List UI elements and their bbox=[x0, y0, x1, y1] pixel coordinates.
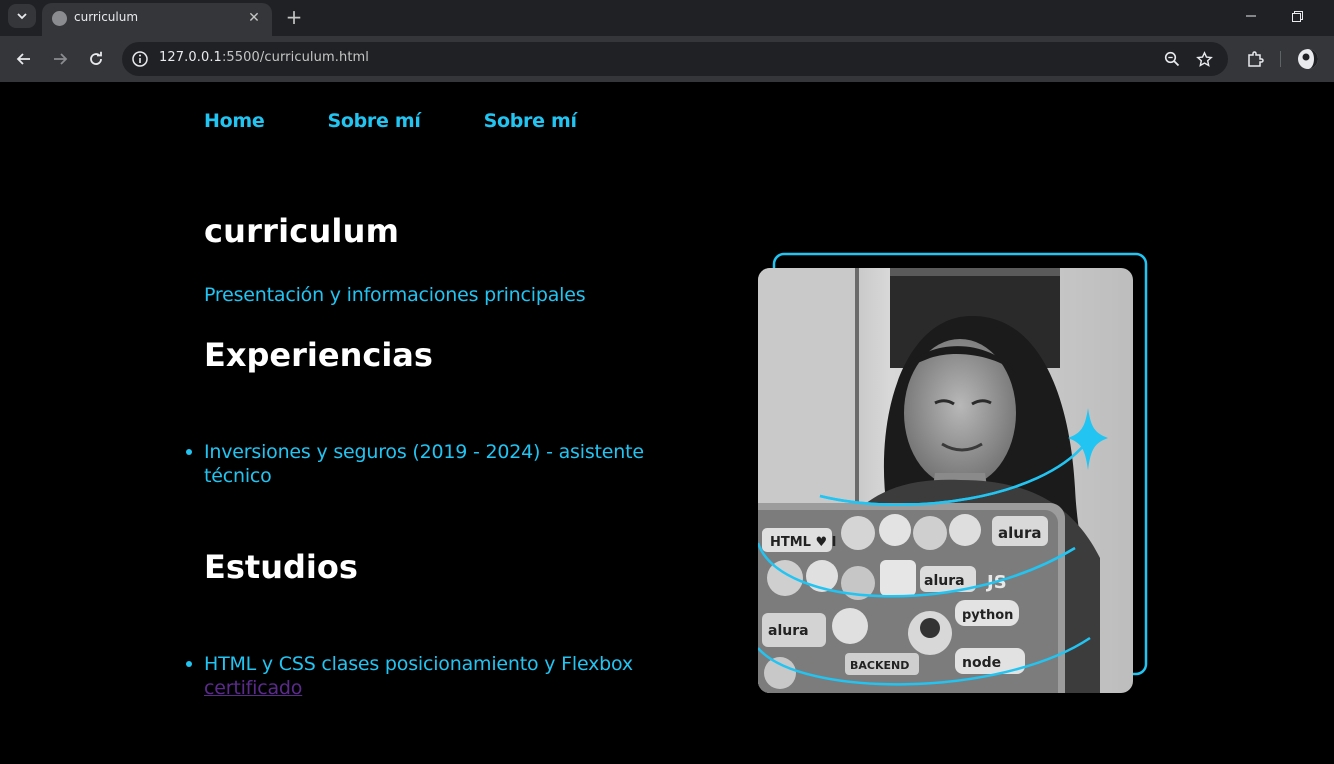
experiences-heading: Experiencias bbox=[204, 336, 433, 374]
sticker-alura-3: alura bbox=[768, 623, 809, 639]
toolbar-divider bbox=[1280, 51, 1281, 67]
study-text: HTML y CSS clases posicionamiento y Flex… bbox=[204, 653, 633, 675]
nav-about-link-2[interactable]: Sobre mí bbox=[484, 110, 577, 132]
url-text: 127.0.0.1:5500/curriculum.html bbox=[159, 50, 369, 65]
nav-home-link[interactable]: Home bbox=[204, 110, 265, 132]
main-nav: Home Sobre mí Sobre mí bbox=[204, 110, 640, 132]
back-icon[interactable] bbox=[10, 45, 38, 73]
list-item: Inversiones y seguros (2019 - 2024) - as… bbox=[186, 440, 664, 488]
nav-about-link[interactable]: Sobre mí bbox=[327, 110, 420, 132]
sticker-python: python bbox=[962, 608, 1013, 623]
sticker-html: HTML ♥ I bbox=[770, 535, 837, 550]
minimize-icon[interactable] bbox=[1228, 0, 1274, 32]
star-icon[interactable] bbox=[1194, 49, 1214, 69]
zoom-icon[interactable] bbox=[1162, 49, 1182, 69]
tab-strip: curriculum ✕ + bbox=[0, 0, 1334, 36]
studies-list: HTML y CSS clases posicionamiento y Flex… bbox=[186, 652, 664, 700]
profile-icon[interactable] bbox=[1296, 47, 1320, 71]
list-item: HTML y CSS clases posicionamiento y Flex… bbox=[186, 652, 664, 700]
experiences-list: Inversiones y seguros (2019 - 2024) - as… bbox=[186, 440, 664, 488]
url-path: :5500/curriculum.html bbox=[221, 50, 369, 65]
close-icon[interactable]: ✕ bbox=[244, 8, 264, 28]
tab-search-button[interactable] bbox=[8, 4, 36, 28]
page-title: curriculum bbox=[204, 212, 400, 250]
url-host: 127.0.0.1 bbox=[159, 50, 222, 65]
tab-curriculum[interactable]: curriculum ✕ bbox=[42, 3, 272, 36]
restore-icon[interactable] bbox=[1274, 0, 1320, 32]
page-subtitle: Presentación y informaciones principales bbox=[204, 284, 586, 306]
address-bar[interactable]: 127.0.0.1:5500/curriculum.html bbox=[122, 42, 1228, 76]
sticker-backend: BACKEND bbox=[850, 659, 909, 672]
forward-icon[interactable] bbox=[46, 45, 74, 73]
profile-photo: HTML ♥ I alura JS alura python alura BAC… bbox=[758, 252, 1148, 693]
certificate-link[interactable]: certificado bbox=[204, 677, 302, 699]
info-icon[interactable] bbox=[131, 50, 149, 68]
plus-icon[interactable]: + bbox=[282, 5, 306, 29]
sticker-alura-1: alura bbox=[998, 524, 1041, 542]
studies-heading: Estudios bbox=[204, 548, 358, 586]
tab-title: curriculum bbox=[74, 10, 139, 24]
browser-toolbar: 127.0.0.1:5500/curriculum.html bbox=[0, 36, 1334, 82]
profile-photo-frame: HTML ♥ I alura JS alura python alura BAC… bbox=[740, 248, 1160, 698]
sticker-alura-2: alura bbox=[924, 573, 965, 589]
tab-search-icon bbox=[17, 13, 27, 20]
globe-icon bbox=[52, 11, 67, 26]
sticker-node: node bbox=[962, 655, 1001, 671]
reload-icon[interactable] bbox=[82, 45, 110, 73]
extensions-icon[interactable] bbox=[1243, 47, 1267, 71]
page-viewport: Home Sobre mí Sobre mí curriculum Presen… bbox=[0, 82, 1334, 764]
